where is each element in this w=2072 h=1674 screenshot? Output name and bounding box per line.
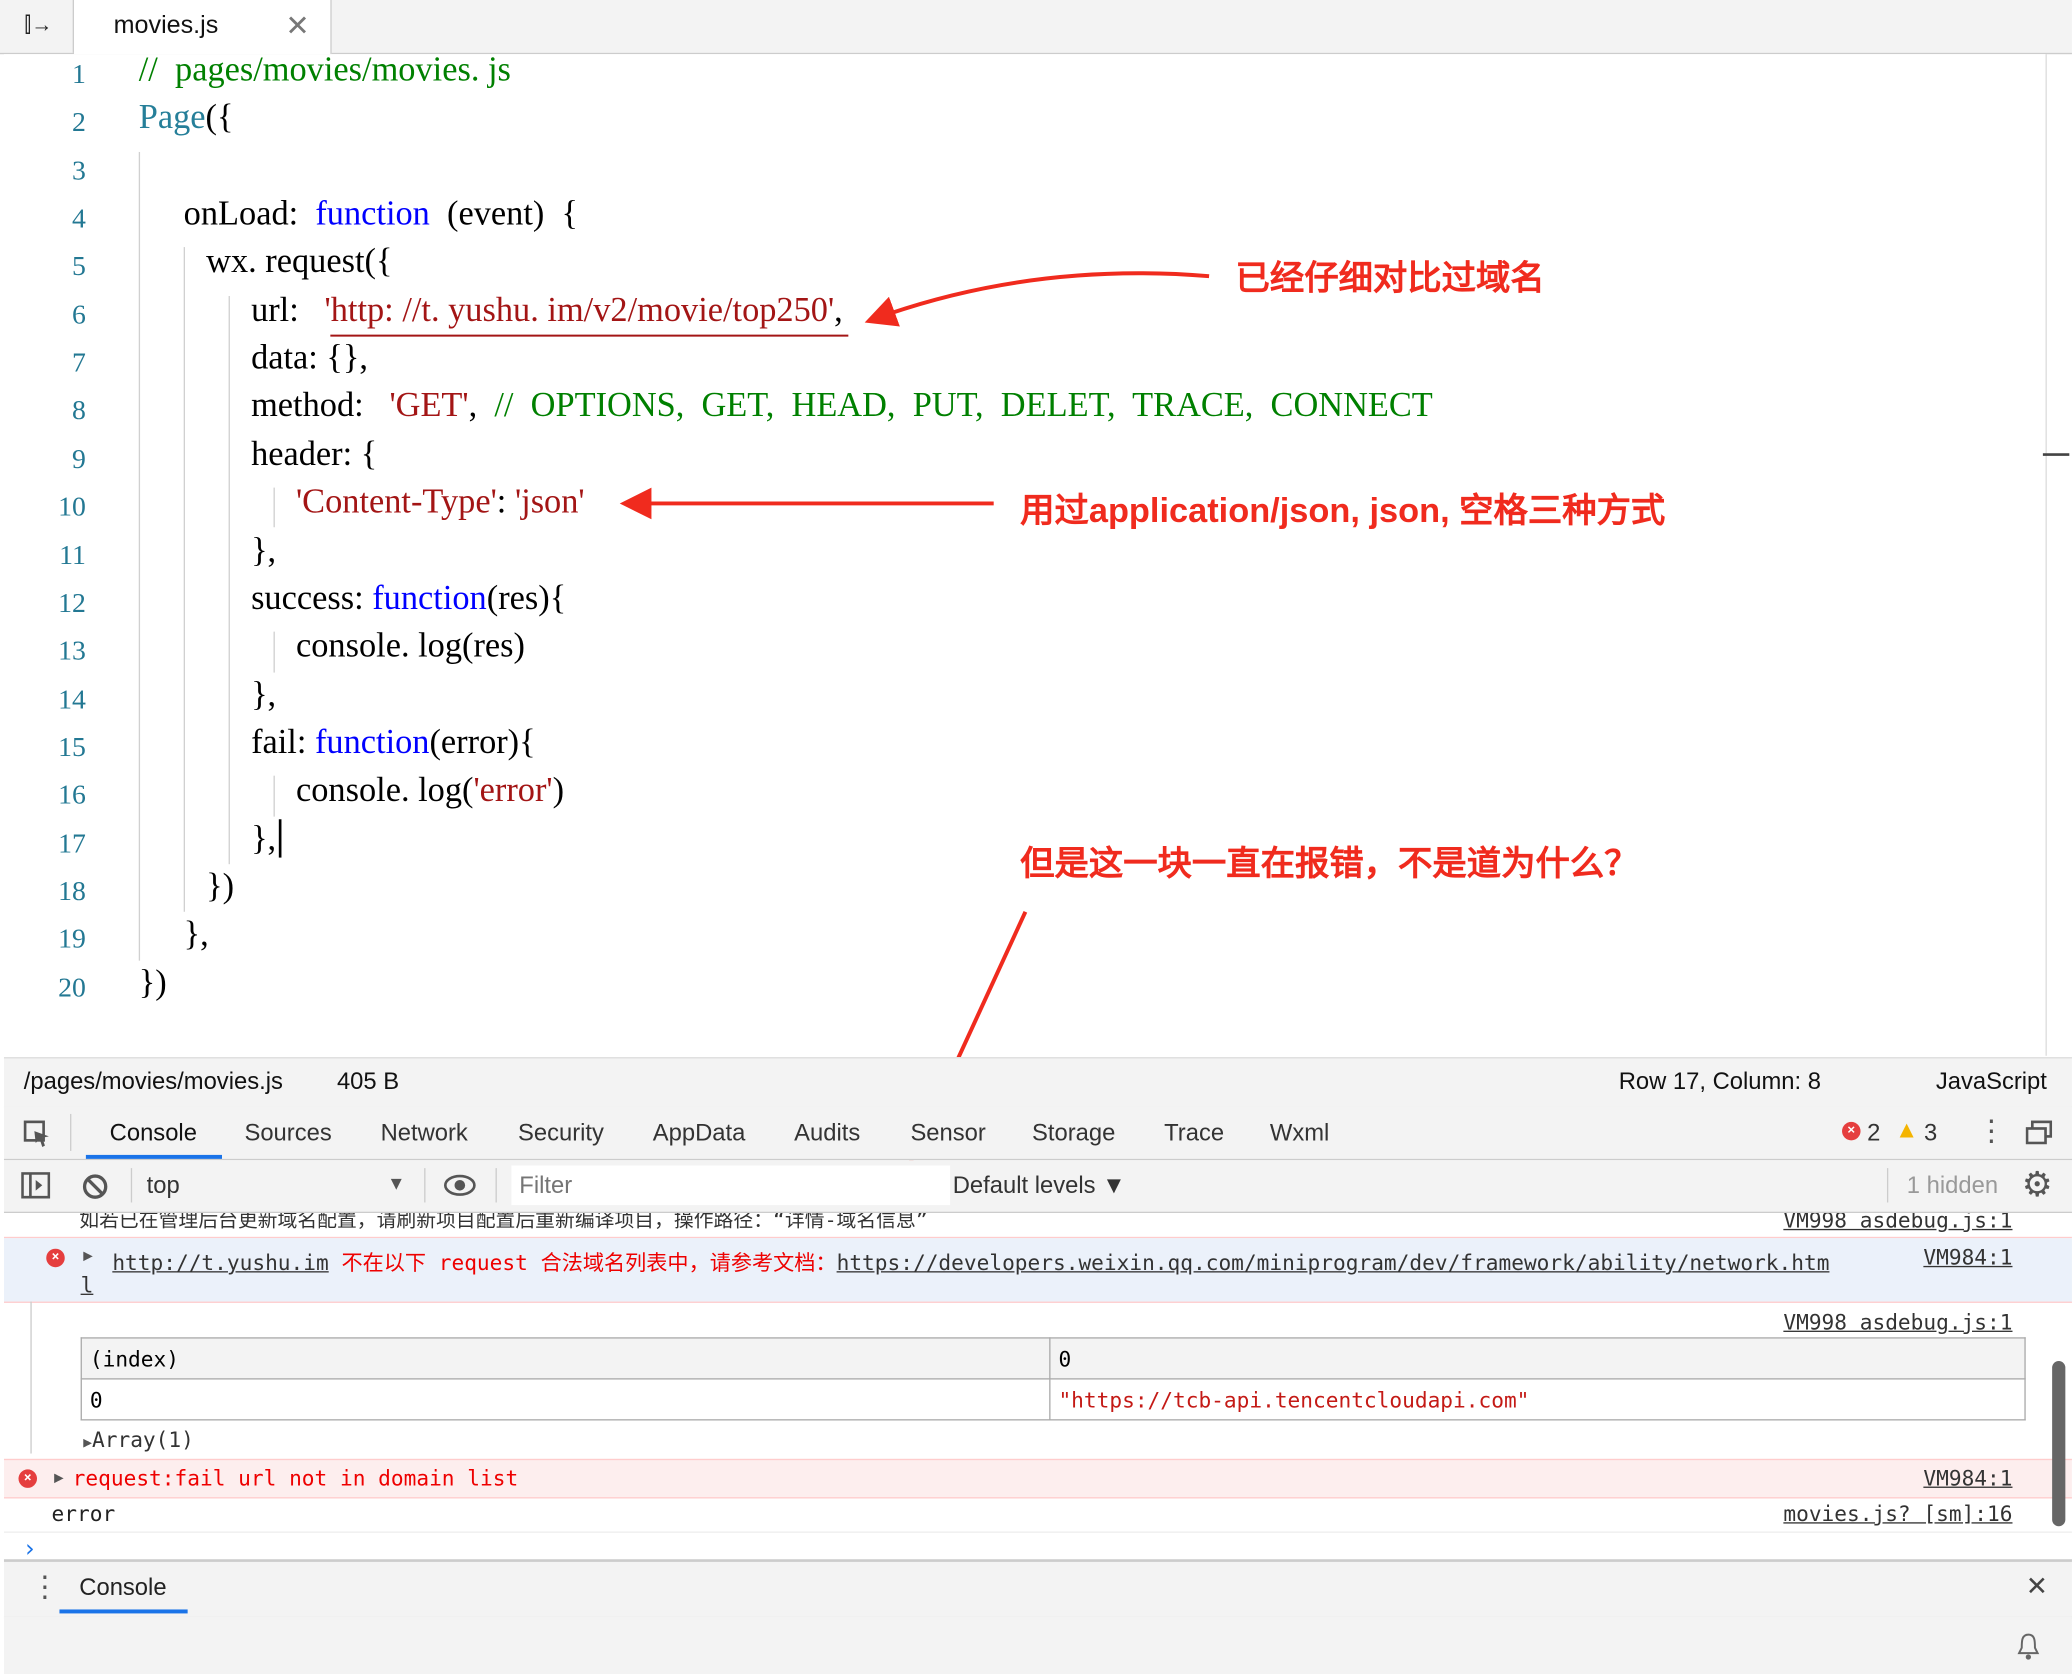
source-link[interactable]: VM984:1 xyxy=(1923,1465,2012,1490)
more-options-icon[interactable]: ⋮ xyxy=(1977,1114,2006,1148)
console-table: (index) 0 0 "https://tcb-api.tencentclouda… xyxy=(80,1337,2026,1421)
bottom-bar xyxy=(3,1616,2072,1674)
tab-sensor[interactable]: Sensor xyxy=(910,1119,985,1147)
doc-link-continued[interactable]: l xyxy=(81,1273,94,1298)
tab-appdata[interactable]: AppData xyxy=(653,1119,746,1147)
chevron-down-icon[interactable]: ▼ xyxy=(387,1172,405,1193)
tab-security[interactable]: Security xyxy=(518,1119,604,1147)
arrow-to-url xyxy=(864,271,1210,327)
tab-network[interactable]: Network xyxy=(381,1119,468,1147)
drawer-tab-bar: ⋮ Console ✕ xyxy=(3,1559,2072,1619)
source-link[interactable]: VM998 asdebug.js:1 xyxy=(1783,1213,2012,1233)
console-error-domain: × ▶ http://t.yushu.im 不在以下 request 合法域名列… xyxy=(3,1238,2072,1303)
active-tab-indicator xyxy=(85,1154,222,1159)
drawer-tab-console[interactable]: Console xyxy=(79,1574,166,1602)
console-scrollbar[interactable] xyxy=(2052,1361,2066,1527)
console-log-error: error movies.js? [sm]:16 xyxy=(3,1497,2072,1533)
file-path: /pages/movies/movies.js xyxy=(23,1067,283,1095)
warning-icon: ▲ xyxy=(1894,1116,1919,1144)
warning-count[interactable]: 3 xyxy=(1924,1119,1937,1147)
tab-wxml[interactable]: Wxml xyxy=(1270,1119,1329,1147)
error-icon: × xyxy=(18,1469,37,1488)
annotation-domain: 已经仔细对比过域名 xyxy=(1235,257,1545,298)
domain-link[interactable]: http://t.yushu.im xyxy=(112,1250,328,1275)
expand-triangle-icon[interactable]: ▶ xyxy=(54,1468,64,1486)
inspect-element-icon[interactable] xyxy=(22,1119,51,1148)
error-icon: × xyxy=(46,1248,65,1268)
close-drawer-icon[interactable]: ✕ xyxy=(2026,1570,2048,1603)
language-mode[interactable]: JavaScript xyxy=(1936,1068,2047,1096)
settings-gear-icon[interactable]: ⚙ xyxy=(2022,1164,2053,1205)
undock-icon[interactable] xyxy=(2025,1120,2053,1145)
source-link[interactable]: VM984:1 xyxy=(1923,1245,2012,1270)
hidden-count: 1 hidden xyxy=(1906,1172,1999,1199)
expand-triangle-icon[interactable]: ▶ xyxy=(83,1246,93,1264)
log-levels-dropdown[interactable]: Default levels ▼ xyxy=(953,1172,1126,1200)
console-message: 如若已在管理后台更新域名配置，请刷新项目配置后重新编译项目，操作路径：“详情-域… xyxy=(3,1213,2072,1239)
error-count[interactable]: 2 xyxy=(1867,1119,1880,1147)
tab-storage[interactable]: Storage xyxy=(1032,1119,1115,1147)
tab-audits[interactable]: Audits xyxy=(794,1119,860,1147)
array-expander[interactable]: ▶Array(1) xyxy=(83,1427,194,1452)
source-link[interactable]: movies.js? [sm]:16 xyxy=(1783,1501,2012,1526)
devtools-tab-bar: Console Sources Network Security AppData Audi… xyxy=(3,1106,2072,1161)
table-row: 0 "https://tcb-api.tencentcloudapi.com" xyxy=(80,1378,2026,1421)
console-output[interactable]: 如若已在管理后台更新域名配置，请刷新项目配置后重新编译项目，操作路径：“详情-域… xyxy=(3,1213,2072,1560)
eye-icon[interactable] xyxy=(443,1172,477,1198)
tab-sources[interactable]: Sources xyxy=(244,1119,331,1147)
file-size: 405 B xyxy=(336,1067,400,1095)
error-count-icon: × xyxy=(1842,1121,1861,1141)
tab-console[interactable]: Console xyxy=(110,1119,197,1147)
annotation-content-type: 用过application/json, json, 空格三种方式 xyxy=(1020,490,1666,530)
console-error-request-fail: × ▶ request:fail url not in domain list … xyxy=(3,1458,2072,1499)
context-select[interactable]: top xyxy=(147,1172,180,1200)
doc-link[interactable]: https://developers.weixin.qq.com/minipro… xyxy=(837,1250,1830,1275)
active-tab-indicator xyxy=(59,1609,188,1614)
console-toolbar: top ▼ Default levels ▼ 1 hidden ⚙ xyxy=(3,1160,2072,1214)
annotation-error: 但是这一块一直在报错，不是道为什么？ xyxy=(1020,843,1639,883)
clear-console-icon[interactable] xyxy=(81,1172,110,1201)
filter-input[interactable] xyxy=(511,1165,951,1206)
drawer-menu-icon[interactable]: ⋮ xyxy=(30,1570,59,1604)
bell-icon[interactable] xyxy=(2016,1632,2040,1661)
tab-trace[interactable]: Trace xyxy=(1164,1119,1224,1147)
table-header: (index) xyxy=(80,1337,1051,1380)
table-header: 0 xyxy=(1049,1337,2026,1380)
editor-status-bar: /pages/movies/movies.js 405 B Row 17, Co… xyxy=(3,1057,2072,1108)
cursor-position: Row 17, Column: 8 xyxy=(1618,1067,1821,1095)
console-prompt[interactable]: › xyxy=(22,1535,36,1559)
source-link[interactable]: VM998 asdebug.js:1 xyxy=(1783,1310,2012,1335)
sidebar-panel-icon[interactable] xyxy=(21,1172,51,1199)
